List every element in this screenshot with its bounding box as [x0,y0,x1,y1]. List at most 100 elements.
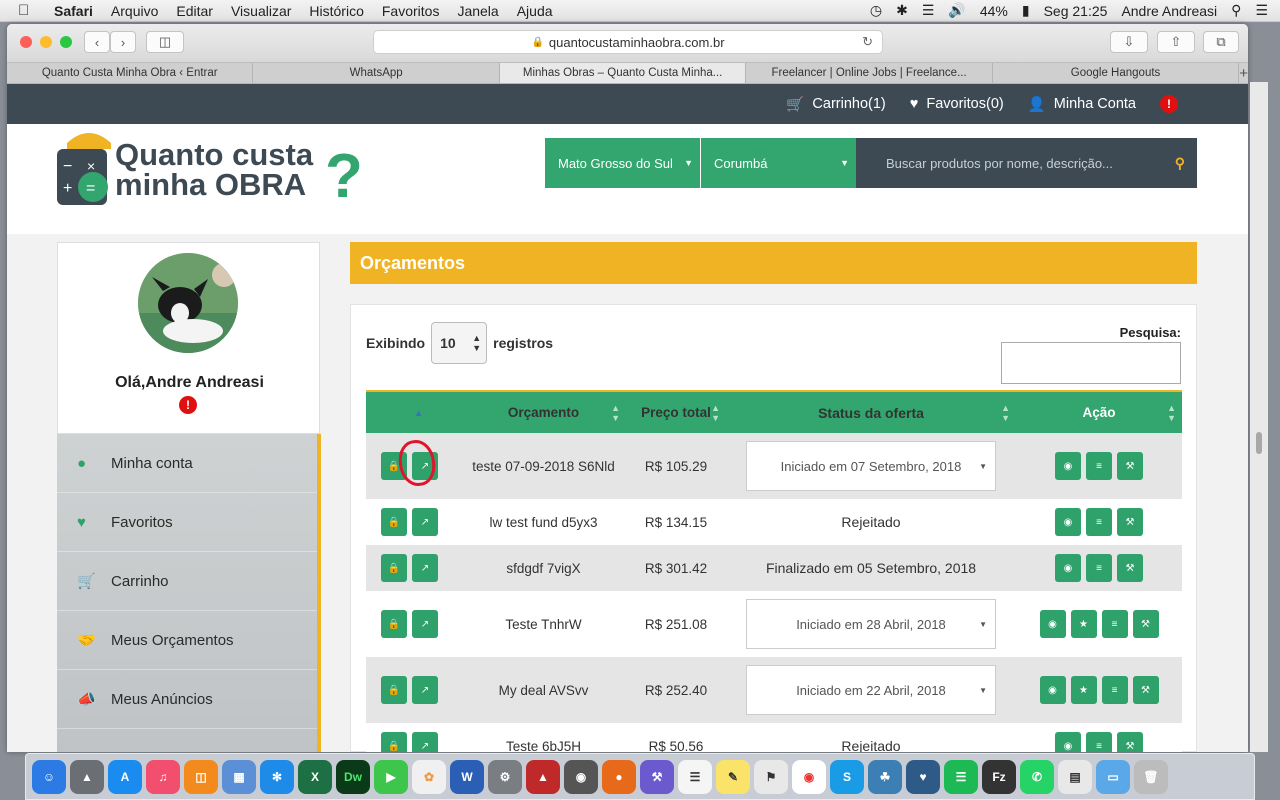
sidebar-item-carrinho[interactable]: 🛒 Carrinho [57,552,317,611]
star-button[interactable]: ★ [1070,610,1097,638]
table-search-input[interactable] [1001,342,1181,384]
ibooks-icon[interactable]: ◫ [184,759,218,794]
sidebar-item-meus-orcamentos[interactable]: 🤝 Meus Orçamentos [57,611,317,670]
filezilla-icon[interactable]: Fz [982,759,1016,794]
eye-button[interactable]: ◉ [1055,732,1081,752]
sidebar-item-minha-conta[interactable]: ● Minha conta [57,434,317,493]
apple-icon[interactable]:  [18,2,40,19]
photos-icon[interactable]: ✿ [412,759,446,794]
reload-icon[interactable]: ↻ [862,34,873,50]
product-search-input[interactable]: Buscar produtos por nome, descrição... ⚲ [856,138,1197,188]
lock-button[interactable]: 🔒 [381,610,407,638]
eye-button[interactable]: ◉ [1055,508,1081,536]
sidebar-item-favoritos[interactable]: ♥ Favoritos [57,493,317,552]
spotlight-search-icon[interactable]: ⚲ [1231,2,1241,19]
menu-item-visualizar[interactable]: Visualizar [231,3,291,19]
tab-minhas-obras[interactable]: Minhas Obras – Quanto Custa Minha... [499,63,747,83]
profile-alert-badge[interactable]: ! [179,396,197,414]
downloads-icon[interactable]: ⇩ [1110,31,1148,53]
tab-entrar[interactable]: Quanto Custa Minha Obra ‹ Entrar [7,63,254,83]
whatsapp-icon[interactable]: ✆ [1020,759,1054,794]
menu-item-favoritos[interactable]: Favoritos [382,3,440,19]
clock[interactable]: Seg 21:25 [1044,3,1108,19]
lock-button[interactable]: 🔒 [381,508,407,536]
column-header-preco[interactable]: Preço total ▲ ▼ [626,392,726,433]
forward-button[interactable]: › [110,31,136,53]
star-button[interactable]: ★ [1070,676,1097,704]
folder-icon[interactable]: ▭ [1096,759,1130,794]
battery-percent[interactable]: 44% [980,3,1008,19]
wrench-button[interactable]: ⚒ [1117,508,1143,536]
sequel-icon[interactable]: ♥ [906,759,940,794]
sidebar-item-meus-anuncios[interactable]: 📣 Meus Anúncios [57,670,317,729]
app-store-icon[interactable]: A [108,759,142,794]
eye-button[interactable]: ◉ [1055,554,1081,582]
favorites-link[interactable]: ♥ Favoritos(0) [910,96,1004,112]
trash-icon[interactable]: 🗑 [1134,759,1168,794]
tab-freelancer[interactable]: Freelancer | Online Jobs | Freelance... [746,63,993,83]
battery-icon[interactable]: ▮ [1022,2,1030,19]
open-external-button[interactable]: ↗ [412,732,438,752]
notification-center-icon[interactable]: ☰ [1255,2,1268,19]
facetime-icon[interactable]: ▶ [374,759,408,794]
bluetooth-icon[interactable]: ✱ [896,2,908,19]
lock-button[interactable]: 🔒 [381,732,407,752]
page-size-select[interactable]: 10 ▲ ▼ [431,322,488,364]
eye-button[interactable]: ◉ [1039,676,1066,704]
excel-icon[interactable]: X [298,759,332,794]
acrobat-icon[interactable]: ▲ [526,759,560,794]
minimize-window-button[interactable] [40,36,52,48]
eye-button[interactable]: ◉ [1055,452,1081,480]
account-alert-badge[interactable]: ! [1160,95,1178,113]
list-button[interactable]: ≡ [1101,676,1128,704]
wifi-icon[interactable]: ☰ [922,2,935,19]
account-link[interactable]: 👤 Minha Conta [1028,96,1136,113]
open-external-button[interactable]: ↗ [412,676,438,704]
zoom-window-button[interactable] [60,36,72,48]
open-external-button[interactable]: ↗ [412,508,438,536]
status-select[interactable]: Iniciado em 22 Abril, 2018 ▼ [746,665,996,715]
skype-icon[interactable]: S [830,759,864,794]
city-select[interactable]: Corumbá ▼ [701,138,856,188]
page-scrollbar[interactable] [1250,82,1268,752]
mysql-workbench-icon[interactable]: ☘ [868,759,902,794]
launchpad-icon[interactable]: ▲ [70,759,104,794]
disk-utility-icon[interactable]: ◉ [564,759,598,794]
scrollbar-thumb[interactable] [1256,432,1262,454]
lock-button[interactable]: 🔒 [381,676,407,704]
wrench-button[interactable]: ⚒ [1132,676,1159,704]
menu-app-name[interactable]: Safari [54,3,93,19]
status-select[interactable]: Iniciado em 28 Abril, 2018 ▼ [746,599,996,649]
list-button[interactable]: ≡ [1086,732,1112,752]
address-bar[interactable]: 🔒 quantocustaminhaobra.com.br ↻ [373,30,883,54]
time-machine-icon[interactable]: ◷ [870,2,882,19]
list-button[interactable]: ≡ [1086,508,1112,536]
menu-item-ajuda[interactable]: Ajuda [517,3,553,19]
wrench-button[interactable]: ⚒ [1117,452,1143,480]
column-header-options[interactable]: ▲ [366,392,461,433]
reminders-icon[interactable]: ☰ [678,759,712,794]
eye-button[interactable]: ◉ [1039,610,1066,638]
finder-icon[interactable]: ☺ [32,759,66,794]
column-header-orcamento[interactable]: Orçamento ▲ ▼ [461,392,626,433]
list-button[interactable]: ≡ [1086,452,1112,480]
tabs-overview-icon[interactable]: ⧉ [1203,31,1239,53]
word-icon[interactable]: W [450,759,484,794]
menu-item-janela[interactable]: Janela [457,3,498,19]
notes-icon[interactable]: ✎ [716,759,750,794]
close-window-button[interactable] [20,36,32,48]
wrench-button[interactable]: ⚒ [1117,554,1143,582]
cart-link[interactable]: 🛒 Carrinho(1) [786,96,885,113]
wrench-button[interactable]: ⚒ [1132,610,1159,638]
sidebar-toggle-icon[interactable]: ◫ [146,31,184,53]
search-icon[interactable]: ⚲ [1175,155,1185,172]
preview-icon[interactable]: ▦ [222,759,256,794]
spotify-icon[interactable]: ☰ [944,759,978,794]
dreamweaver-icon[interactable]: Dw [336,759,370,794]
itunes-icon[interactable]: ♫ [146,759,180,794]
tab-whatsapp[interactable]: WhatsApp [253,63,500,83]
document-icon[interactable]: ▤ [1058,759,1092,794]
xcode-icon[interactable]: ⚒ [640,759,674,794]
system-preferences-icon[interactable]: ⚙ [488,759,522,794]
new-tab-button[interactable]: + [1239,63,1248,83]
